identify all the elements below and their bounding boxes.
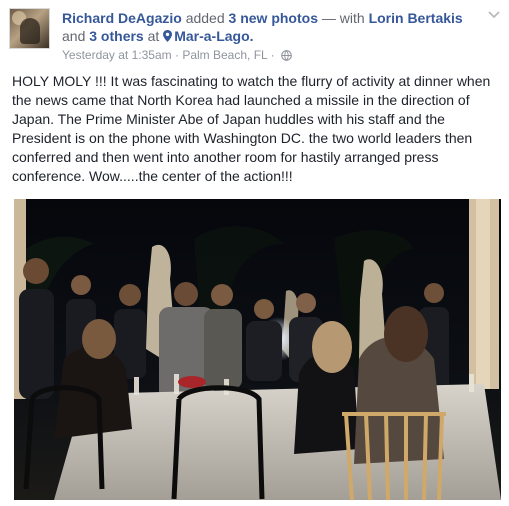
- map-pin-icon: [163, 30, 173, 42]
- post-photo[interactable]: [14, 199, 501, 500]
- and-text: and: [62, 28, 86, 44]
- chevron-down-icon[interactable]: [487, 10, 501, 20]
- photos-link[interactable]: 3 new photos: [229, 10, 318, 26]
- author-avatar[interactable]: [9, 8, 50, 49]
- post-text: HOLY MOLY !!! It was fascinating to watc…: [12, 73, 491, 184]
- facebook-post: Richard DeAgazio added 3 new photos — wi…: [0, 0, 509, 506]
- timestamp-link[interactable]: Yesterday at 1:35am: [62, 48, 172, 62]
- with-text: — with: [321, 10, 365, 26]
- place-link[interactable]: Palm Beach, FL: [182, 48, 267, 62]
- author-name-link[interactable]: Richard DeAgazio: [62, 10, 182, 26]
- post-meta: Yesterday at 1:35am · Palm Beach, FL ·: [62, 47, 292, 63]
- action-text: added: [185, 10, 225, 26]
- at-text: at: [147, 28, 160, 44]
- tagged-person-link[interactable]: Lorin Bertakis: [369, 10, 463, 26]
- meta-separator-2: ·: [270, 48, 275, 62]
- meta-separator: ·: [174, 48, 179, 62]
- location-link[interactable]: Mar-a-Lago.: [174, 28, 253, 44]
- globe-icon[interactable]: [281, 50, 292, 61]
- post-header: Richard DeAgazio added 3 new photos — wi…: [62, 9, 482, 45]
- others-link[interactable]: 3 others: [89, 28, 143, 44]
